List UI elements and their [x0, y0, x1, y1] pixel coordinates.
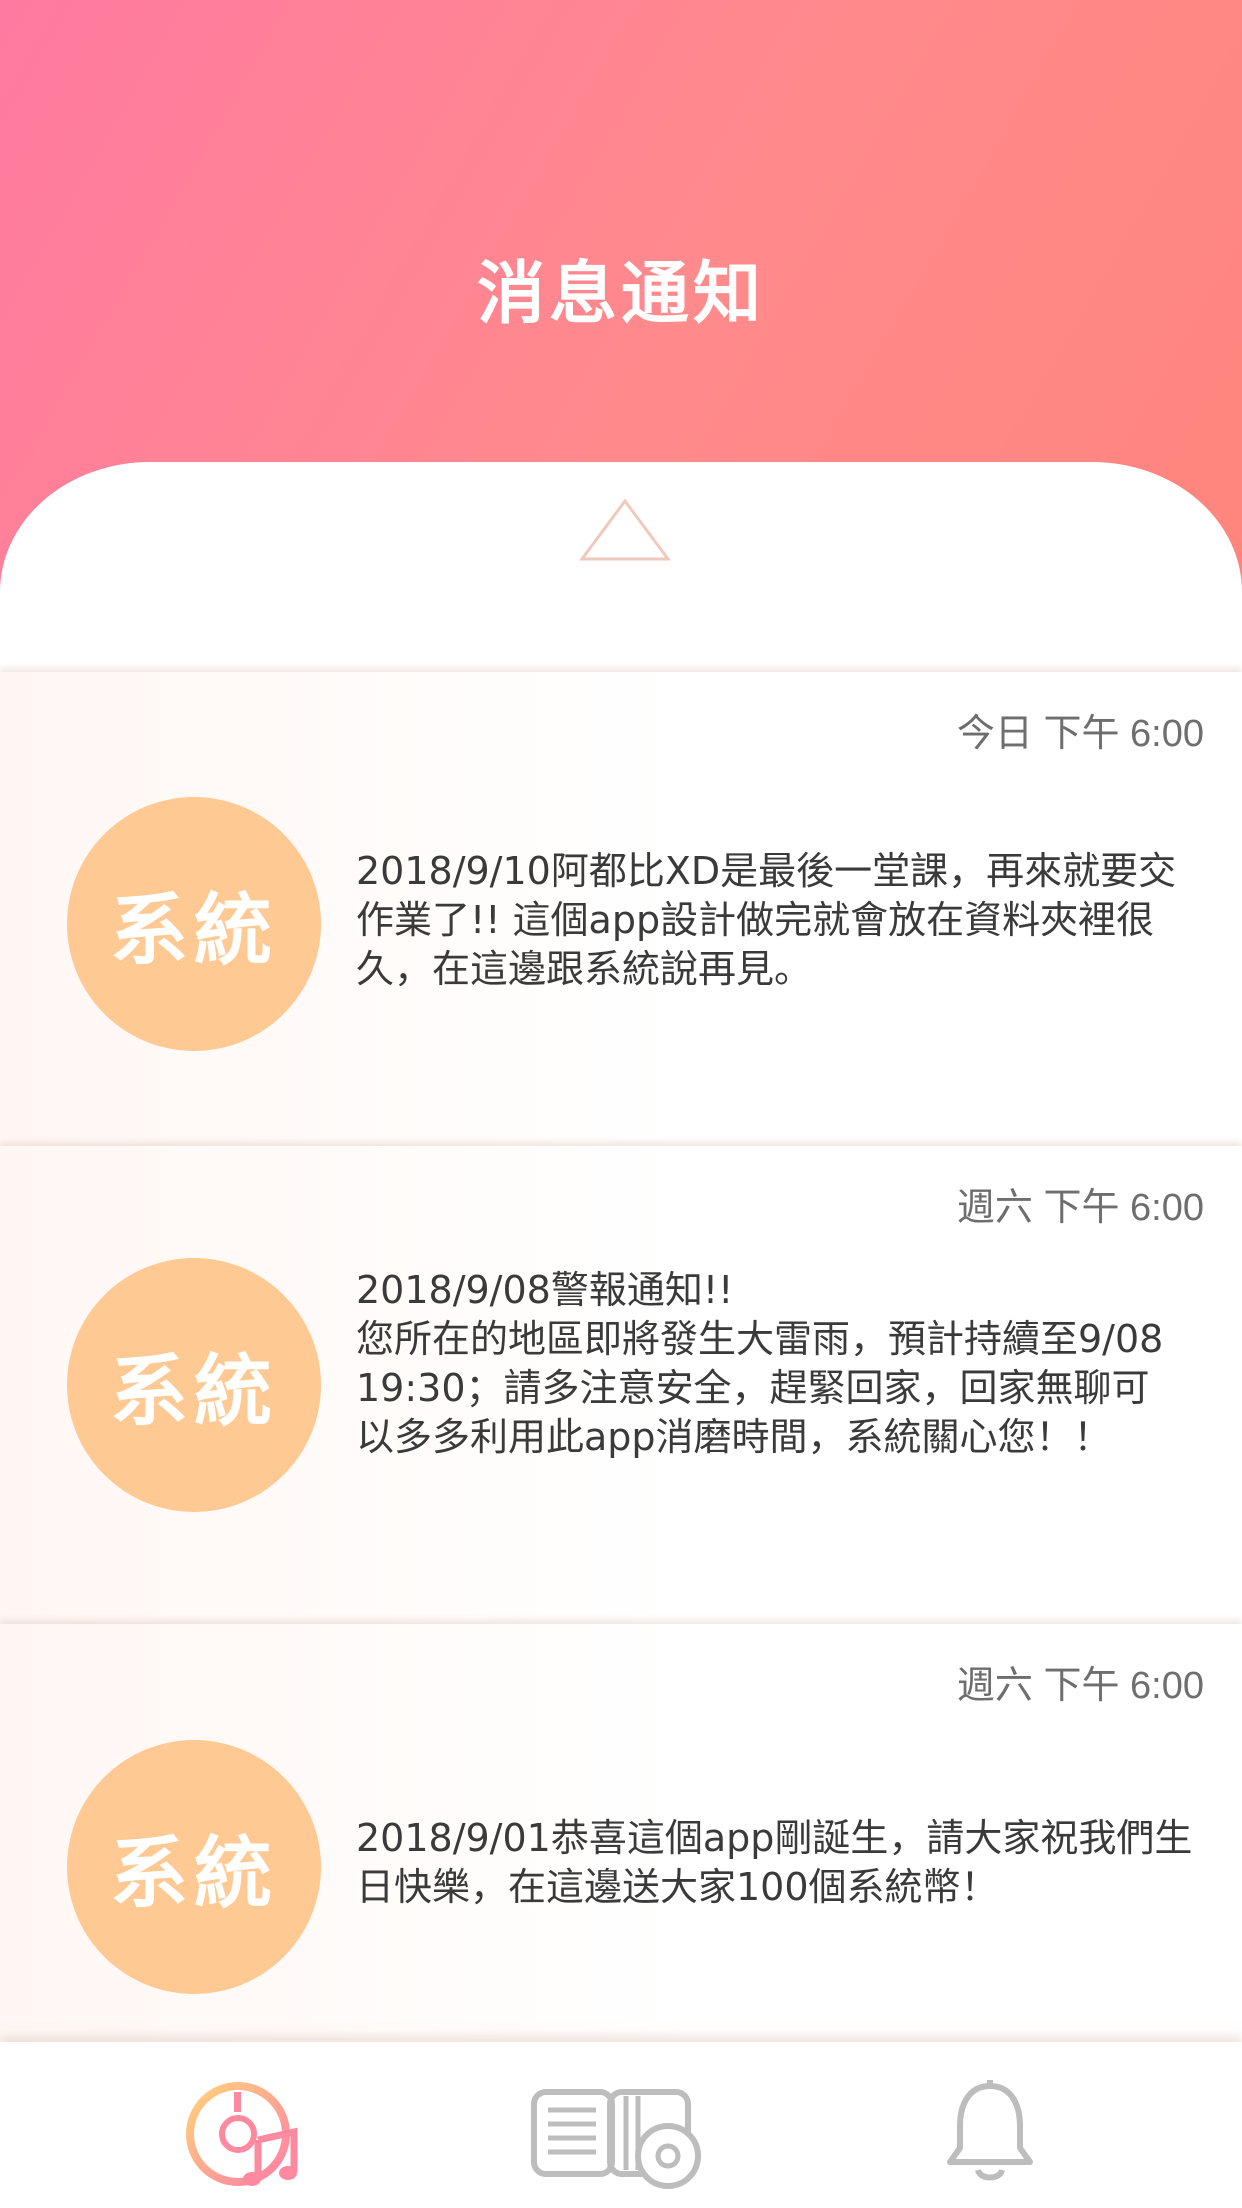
- sender-avatar: 系統: [67, 1258, 321, 1512]
- bottom-tab-bar: [0, 2042, 1242, 2208]
- notification-sheet: [0, 462, 1242, 672]
- notification-card[interactable]: 週六 下午 6:00 系統 2018/9/01恭喜這個app剛誕生，請大家祝我們…: [0, 1624, 1242, 2042]
- bell-icon[interactable]: [944, 2078, 1036, 2182]
- music-disc-icon[interactable]: [186, 2082, 300, 2192]
- notification-time: 今日 下午 6:00: [956, 713, 1204, 755]
- page-title: 消息通知: [476, 255, 765, 334]
- notification-message: 2018/9/01恭喜這個app剛誕生，請大家祝我們生日快樂，在這邊送大家100…: [356, 1816, 1193, 1909]
- book-disc-icon[interactable]: [530, 2086, 708, 2192]
- notification-card[interactable]: 今日 下午 6:00 系統 2018/9/10阿都比XD是最後一堂課，再來就要交…: [0, 672, 1242, 1146]
- sender-avatar: 系統: [67, 797, 321, 1051]
- notification-message: 2018/9/10阿都比XD是最後一堂課，再來就要交作業了!! 這個app設計做…: [356, 849, 1177, 991]
- notification-time: 週六 下午 6:00: [956, 1187, 1204, 1229]
- sender-avatar: 系統: [67, 1740, 321, 1994]
- collapse-arrow-icon[interactable]: [578, 497, 672, 563]
- notification-card[interactable]: 週六 下午 6:00 系統 2018/9/08警報通知!! 您所在的地區即將發生…: [0, 1146, 1242, 1624]
- notification-message: 2018/9/08警報通知!! 您所在的地區即將發生大雷雨，預計持續至9/08 …: [356, 1268, 1164, 1459]
- notification-time: 週六 下午 6:00: [956, 1665, 1204, 1707]
